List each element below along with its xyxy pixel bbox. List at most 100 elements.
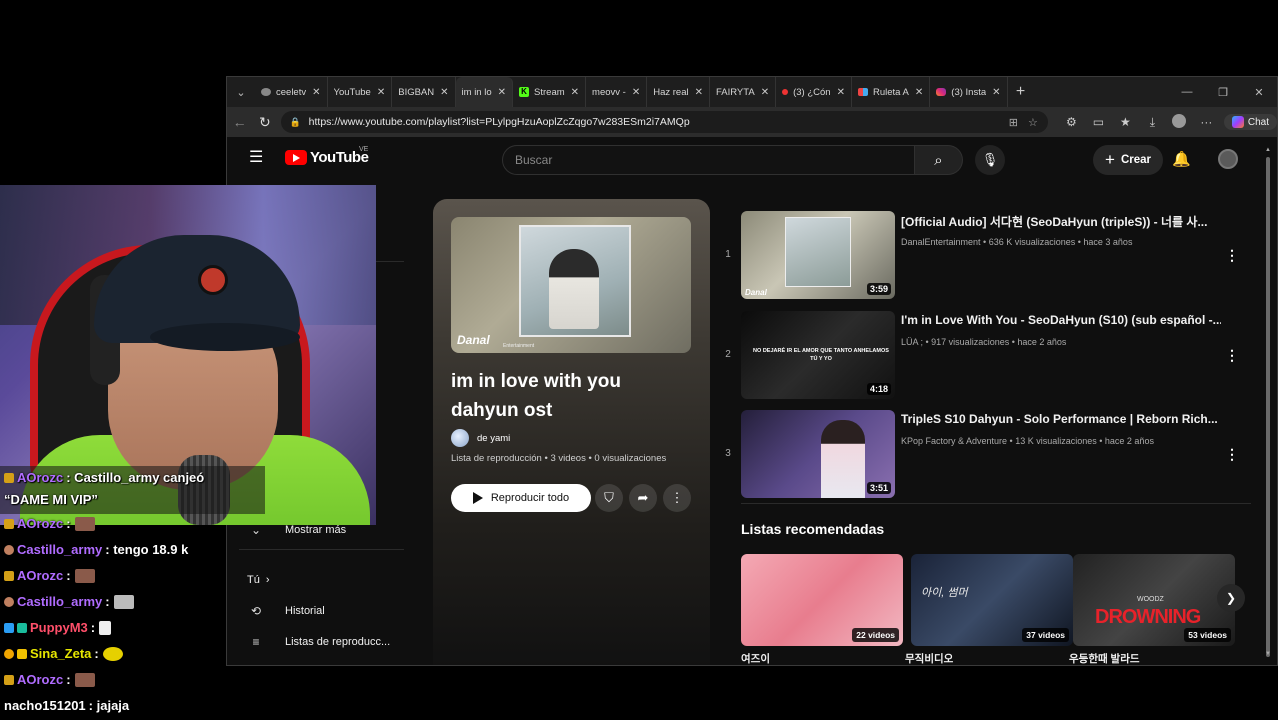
close-tab-icon[interactable]: ✕ (837, 87, 845, 98)
playlist-video-row[interactable]: 2 NO DEJARÉ IR EL AMOR QUE TANTO ANHELAM… (709, 311, 1249, 401)
menu-dots-icon[interactable]: ··· (1193, 115, 1220, 129)
minimize-icon[interactable]: — (1169, 86, 1205, 98)
sidebar-item-history[interactable]: ⟲ Historial (247, 604, 325, 618)
split-screen-icon[interactable]: ⊞ (1009, 116, 1018, 129)
chat-message: Sina_Zeta: (4, 646, 123, 661)
extensions-icon[interactable]: ⚙ (1058, 115, 1085, 129)
playlist-video-row[interactable]: 1 Danal 3:59 [Official Audio] 서다현 (SeoDaH… (709, 211, 1249, 301)
favorites-icon[interactable]: ★ (1112, 115, 1139, 129)
playlist-title: im in love with you dahyun ost (451, 371, 621, 421)
downloads-icon[interactable]: ⤓ (1139, 115, 1166, 130)
close-tab-icon[interactable]: ✕ (571, 87, 579, 98)
video-title[interactable]: [Official Audio] 서다현 (SeoDaHyun (tripleS… (901, 213, 1221, 230)
badge-icon (17, 648, 27, 659)
tab[interactable]: Haz real ✕ (647, 77, 710, 107)
badge-icon (4, 674, 14, 685)
chat-message: AOrozc : Castillo_army canjeó (4, 470, 204, 485)
more-actions-button[interactable]: ⋮ (663, 484, 691, 512)
browser-window: ⌄ ceeletv ✕ YouTube ✕ BIGBAN ✕ im in lo ✕ KS… (226, 76, 1278, 666)
recommended-playlist-card[interactable]: 아이, 썸머 37 videos (911, 554, 1073, 646)
save-playlist-button[interactable]: ⛉ (595, 484, 623, 512)
account-avatar[interactable] (1218, 149, 1238, 169)
share-button[interactable]: ➦ (629, 484, 657, 512)
instagram-icon (936, 88, 947, 96)
close-tab-icon[interactable]: ✕ (377, 87, 385, 98)
close-tab-icon[interactable]: ✕ (440, 87, 448, 98)
close-tab-icon[interactable]: ✕ (695, 87, 703, 98)
back-icon[interactable]: ← (227, 114, 252, 130)
tab[interactable]: (3) Insta ✕ (930, 77, 1008, 107)
tab[interactable]: (3) ¿Cón ✕ (776, 77, 852, 107)
close-tab-icon[interactable]: ✕ (761, 87, 769, 98)
split-tabs-icon[interactable]: ▭ (1085, 115, 1112, 129)
playlist-meta: Lista de reproducción • 3 videos • 0 vis… (451, 453, 667, 464)
tab[interactable]: meovv - ✕ (586, 77, 648, 107)
scrollbar-thumb[interactable] (1266, 157, 1270, 657)
new-tab-button[interactable]: + (1008, 83, 1034, 101)
recommended-playlist-name[interactable]: 여즈이 (741, 651, 770, 665)
album-cover (519, 225, 631, 337)
tab-list-menu-icon[interactable]: ⌄ (227, 86, 255, 99)
scroll-down-icon[interactable]: ▼ (1265, 651, 1271, 657)
recommended-playlist-name[interactable]: 무직비디오 (905, 651, 953, 665)
tab[interactable]: K Stream ✕ (513, 77, 587, 107)
close-tab-icon[interactable]: ✕ (915, 87, 923, 98)
video-title[interactable]: I'm in Love With You - SeoDaHyun (S10) (… (901, 313, 1221, 327)
recommended-playlist-card[interactable]: 22 videos (741, 554, 903, 646)
create-button[interactable]: + Crear (1093, 145, 1163, 175)
tab[interactable]: BIGBAN ✕ (392, 77, 456, 107)
video-title[interactable]: TripleS S10 Dahyun - Solo Performance | … (901, 412, 1221, 426)
recommended-playlist-card[interactable]: WOODZ DROWNING 53 videos (1073, 554, 1235, 646)
carousel-next-button[interactable]: ❯ (1217, 584, 1245, 612)
tab-active[interactable]: im in lo ✕ (455, 77, 514, 107)
scroll-up-icon[interactable]: ▲ (1265, 147, 1271, 153)
tab[interactable]: ceeletv ✕ (255, 77, 328, 107)
tab[interactable]: YouTube ✕ (328, 77, 393, 107)
video-thumbnail[interactable]: 3:51 (741, 410, 895, 498)
profile-icon[interactable] (1166, 113, 1193, 131)
tab[interactable]: FAIRYTA ✕ (710, 77, 777, 107)
close-tab-icon[interactable]: ✕ (632, 87, 640, 98)
page-scrollbar[interactable]: ▲ ▼ (1265, 147, 1271, 657)
chat-message: AOrozc: (4, 568, 95, 583)
close-tab-icon[interactable]: ✕ (992, 87, 1000, 98)
grid-icon (857, 88, 868, 96)
recommended-playlist-name[interactable]: 우등한때 발라드 (1069, 651, 1140, 665)
tab[interactable]: Ruleta A ✕ (852, 77, 931, 107)
youtube-logo[interactable]: YouTube VE (285, 146, 369, 166)
playlist-owner[interactable]: de yami (451, 429, 510, 447)
site-info-icon[interactable]: 🔒 (289, 117, 300, 128)
favorite-star-icon[interactable]: ☆ (1028, 116, 1038, 129)
voice-search-button[interactable]: 🎙 (975, 145, 1005, 175)
more-vert-icon[interactable]: ⋮ (1225, 446, 1239, 463)
chat-message: AOrozc: (4, 672, 95, 687)
hand-emote (99, 620, 112, 635)
playlist-thumbnail[interactable]: Danal Entertainment (451, 217, 691, 353)
video-meta: DanalEntertainment • 636 K visualizacion… (901, 237, 1133, 247)
chat-message: Castillo_army: (4, 594, 134, 609)
copilot-chat-button[interactable]: Chat (1223, 114, 1277, 130)
sidebar-item-you[interactable]: Tú › (247, 574, 270, 586)
sidebar-item-show-more[interactable]: ⌄ Mostrar más (247, 523, 346, 537)
playlist-video-row[interactable]: 3 3:51 TripleS S10 Dahyun - Solo Perform… (709, 410, 1249, 500)
chat-message: PuppyM3: (4, 620, 112, 635)
restore-icon[interactable]: ❐ (1205, 86, 1241, 99)
chevron-down-icon: ⌄ (250, 523, 262, 537)
close-tab-icon[interactable]: ✕ (312, 87, 320, 98)
url-field[interactable]: 🔒 https://www.youtube.com/playlist?list=… (281, 111, 1048, 133)
reload-icon[interactable]: ↻ (252, 114, 277, 131)
more-vert-icon[interactable]: ⋮ (1225, 347, 1239, 364)
plus-icon: + (1105, 150, 1115, 169)
search-button[interactable]: ⌕ (915, 145, 963, 175)
notifications-bell-icon[interactable]: 🔔 (1172, 150, 1191, 168)
sidebar-item-playlists[interactable]: ≡ Listas de reproducc... (247, 635, 390, 649)
play-all-button[interactable]: Reproducir todo (451, 484, 591, 512)
search-input[interactable]: Buscar (502, 145, 915, 175)
close-tab-icon[interactable]: ✕ (498, 87, 506, 98)
video-thumbnail[interactable]: NO DEJARÉ IR EL AMOR QUE TANTO ANHELAMOS… (741, 311, 895, 399)
video-thumbnail[interactable]: Danal 3:59 (741, 211, 895, 299)
close-window-icon[interactable]: ✕ (1241, 86, 1277, 99)
bookmark-icon: ⛉ (604, 490, 614, 505)
more-vert-icon[interactable]: ⋮ (1225, 247, 1239, 264)
guide-menu-icon[interactable]: ☰ (249, 150, 265, 166)
